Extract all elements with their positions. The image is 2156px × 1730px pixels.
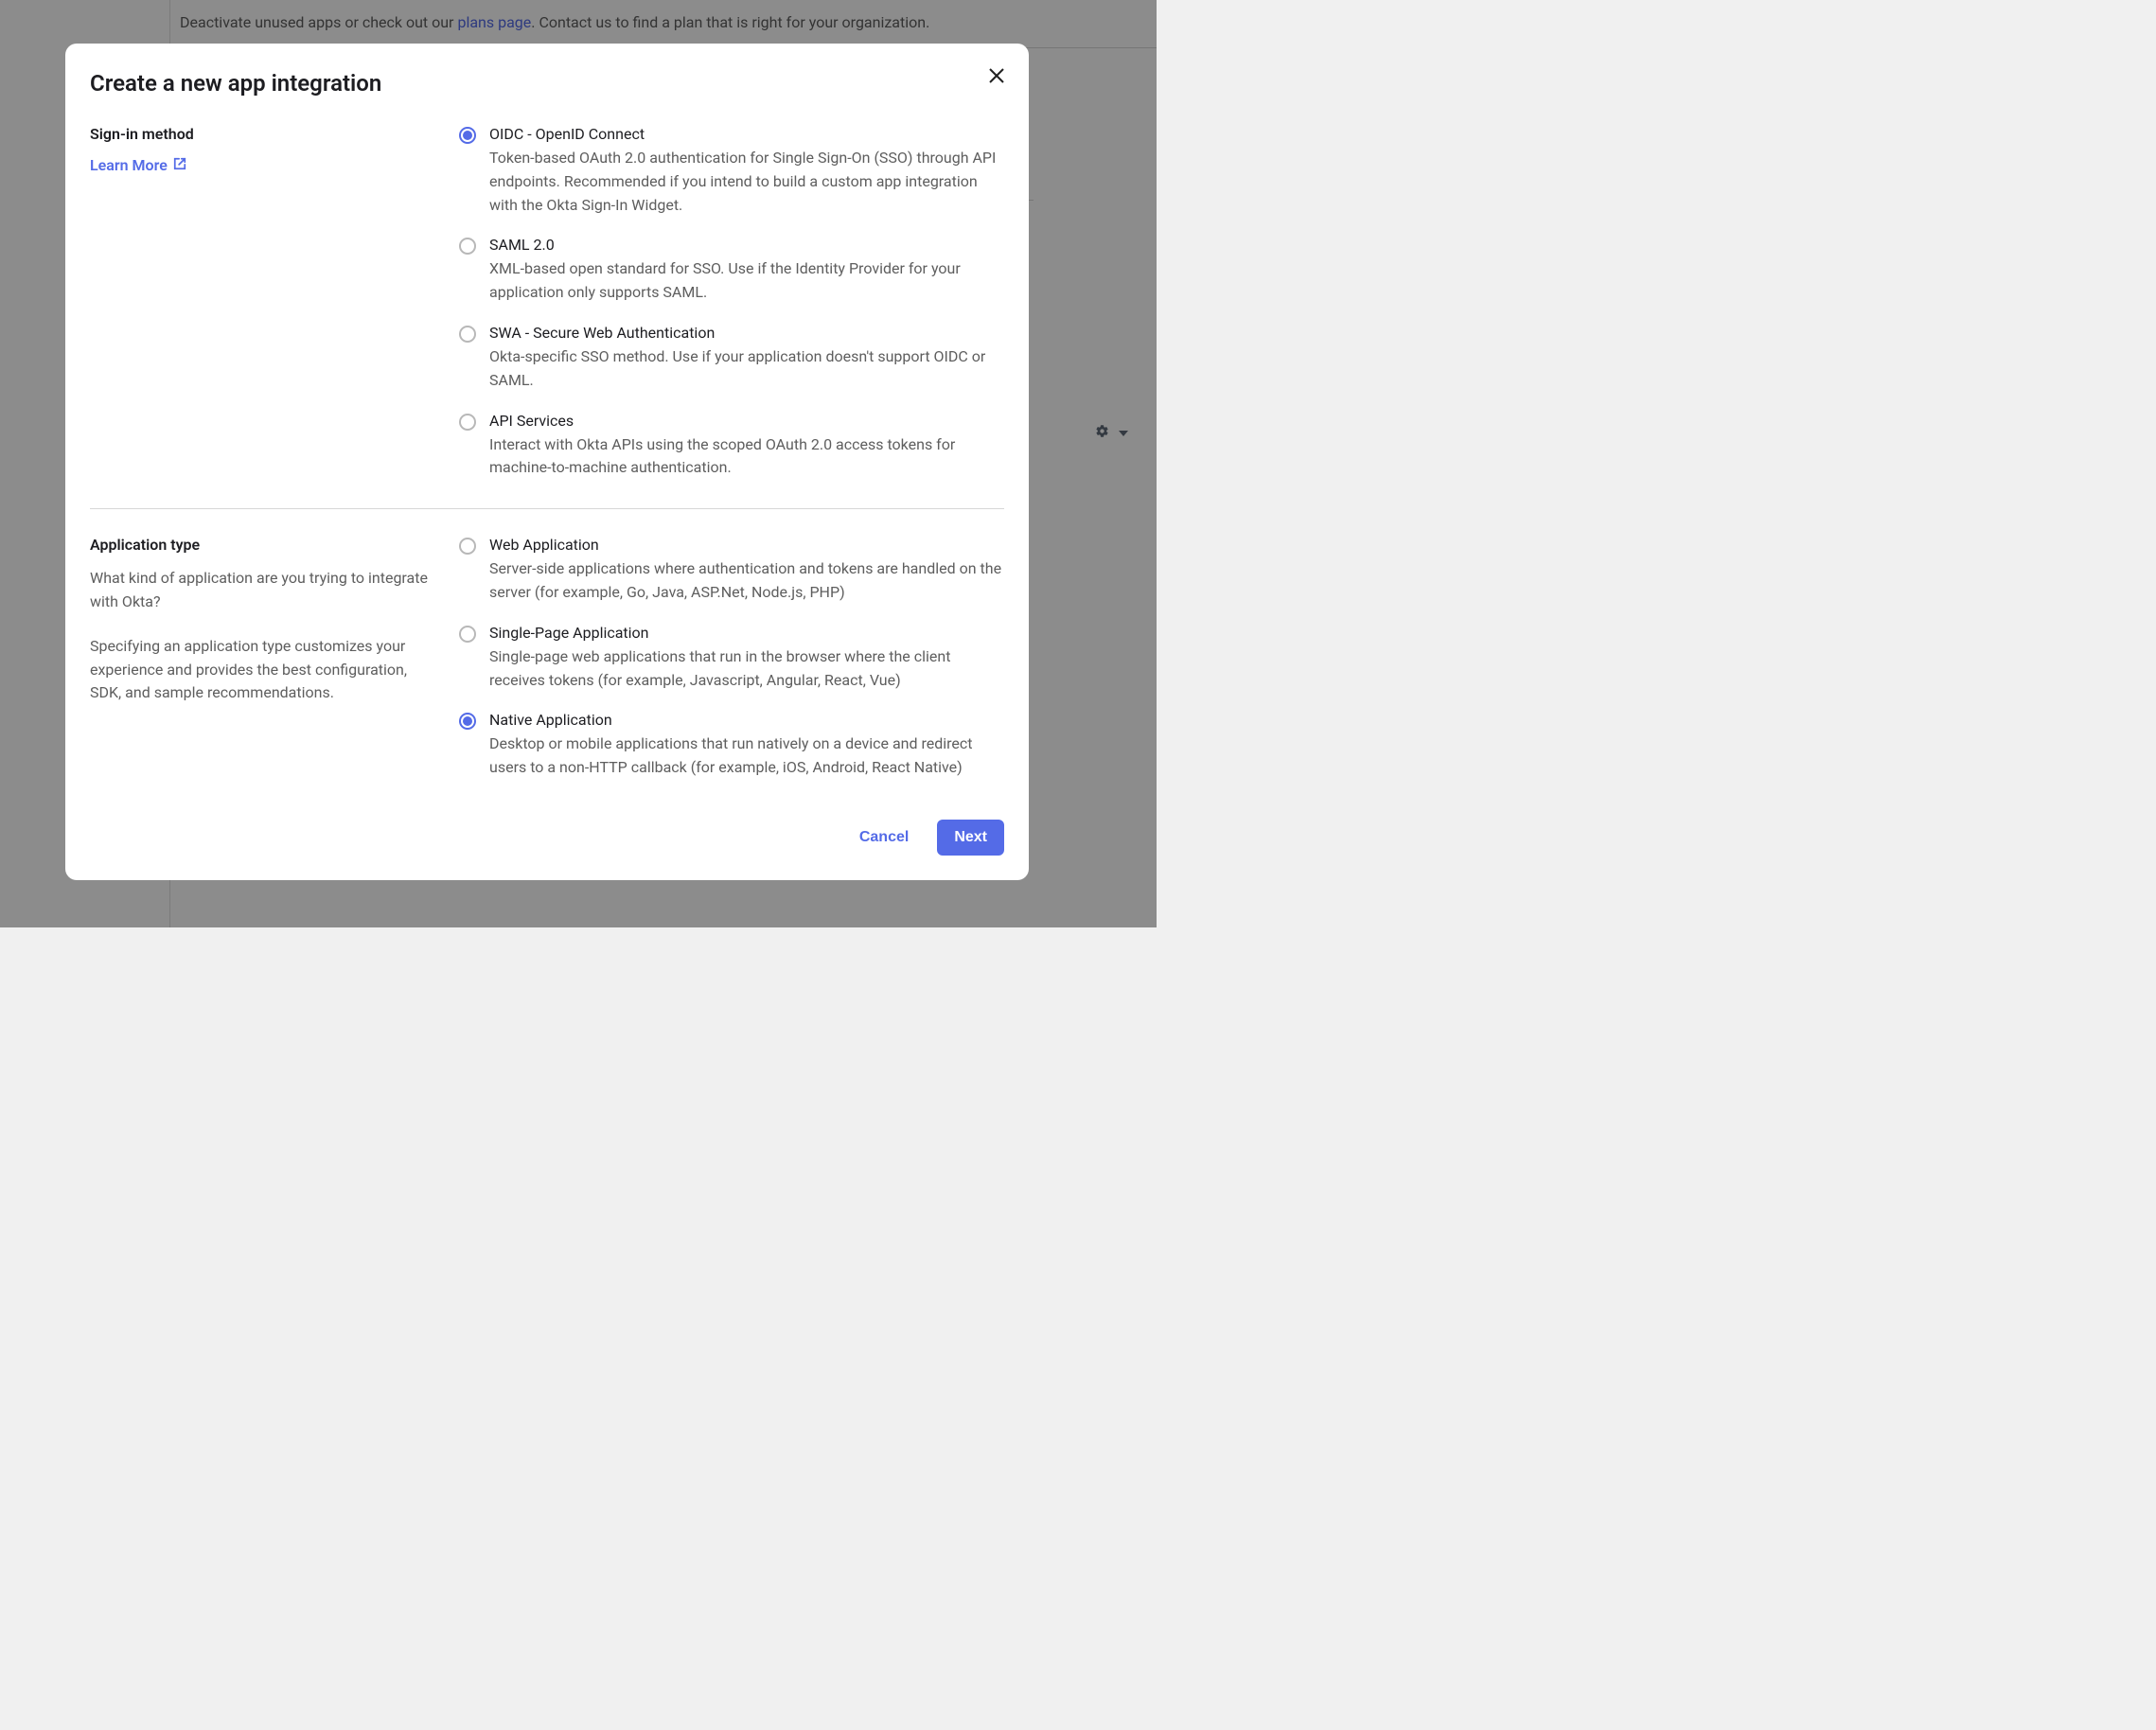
modal-footer: Cancel Next [90,820,1004,856]
radio-label: SAML 2.0 [489,236,1004,254]
radio-input[interactable] [459,626,476,643]
radio-option-native-app[interactable]: Native Application Desktop or mobile app… [459,711,1004,780]
radio-label: Single-Page Application [489,624,1004,642]
application-type-heading: Application type [90,536,440,554]
radio-description: Server-side applications where authentic… [489,557,1004,605]
radio-input[interactable] [459,326,476,343]
radio-label: Native Application [489,711,1004,729]
radio-description: Desktop or mobile applications that run … [489,733,1004,780]
radio-input[interactable] [459,713,476,730]
radio-option-oidc[interactable]: OIDC - OpenID Connect Token-based OAuth … [459,125,1004,217]
radio-input[interactable] [459,238,476,255]
radio-description: Okta-specific SSO method. Use if your ap… [489,345,1004,393]
radio-description: Token-based OAuth 2.0 authentication for… [489,147,1004,217]
radio-input[interactable] [459,538,476,555]
application-type-desc: What kind of application are you trying … [90,567,440,614]
radio-label: OIDC - OpenID Connect [489,125,1004,143]
radio-option-api-services[interactable]: API Services Interact with Okta APIs usi… [459,412,1004,481]
radio-option-spa[interactable]: Single-Page Application Single-page web … [459,624,1004,693]
radio-option-saml[interactable]: SAML 2.0 XML-based open standard for SSO… [459,236,1004,305]
radio-label: Web Application [489,536,1004,554]
radio-description: Interact with Okta APIs using the scoped… [489,433,1004,481]
application-type-section: Application type What kind of applicatio… [90,508,1004,808]
create-app-integration-modal: Create a new app integration Sign-in met… [65,44,1029,880]
radio-label: API Services [489,412,1004,430]
close-icon [989,69,1004,87]
external-link-icon [173,156,186,174]
close-button[interactable] [985,64,1008,91]
radio-input[interactable] [459,127,476,144]
signin-method-heading: Sign-in method [90,125,440,143]
learn-more-link[interactable]: Learn More [90,156,186,174]
application-type-desc: Specifying an application type customize… [90,635,440,705]
radio-input[interactable] [459,414,476,431]
radio-option-swa[interactable]: SWA - Secure Web Authentication Okta-spe… [459,324,1004,393]
radio-description: XML-based open standard for SSO. Use if … [489,257,1004,305]
signin-method-section: Sign-in method Learn More OIDC - OpenID … [90,125,1004,508]
cancel-button[interactable]: Cancel [846,820,922,856]
radio-label: SWA - Secure Web Authentication [489,324,1004,342]
radio-description: Single-page web applications that run in… [489,645,1004,693]
modal-title: Create a new app integration [90,70,1004,97]
next-button[interactable]: Next [937,820,1004,856]
radio-option-web-app[interactable]: Web Application Server-side applications… [459,536,1004,605]
